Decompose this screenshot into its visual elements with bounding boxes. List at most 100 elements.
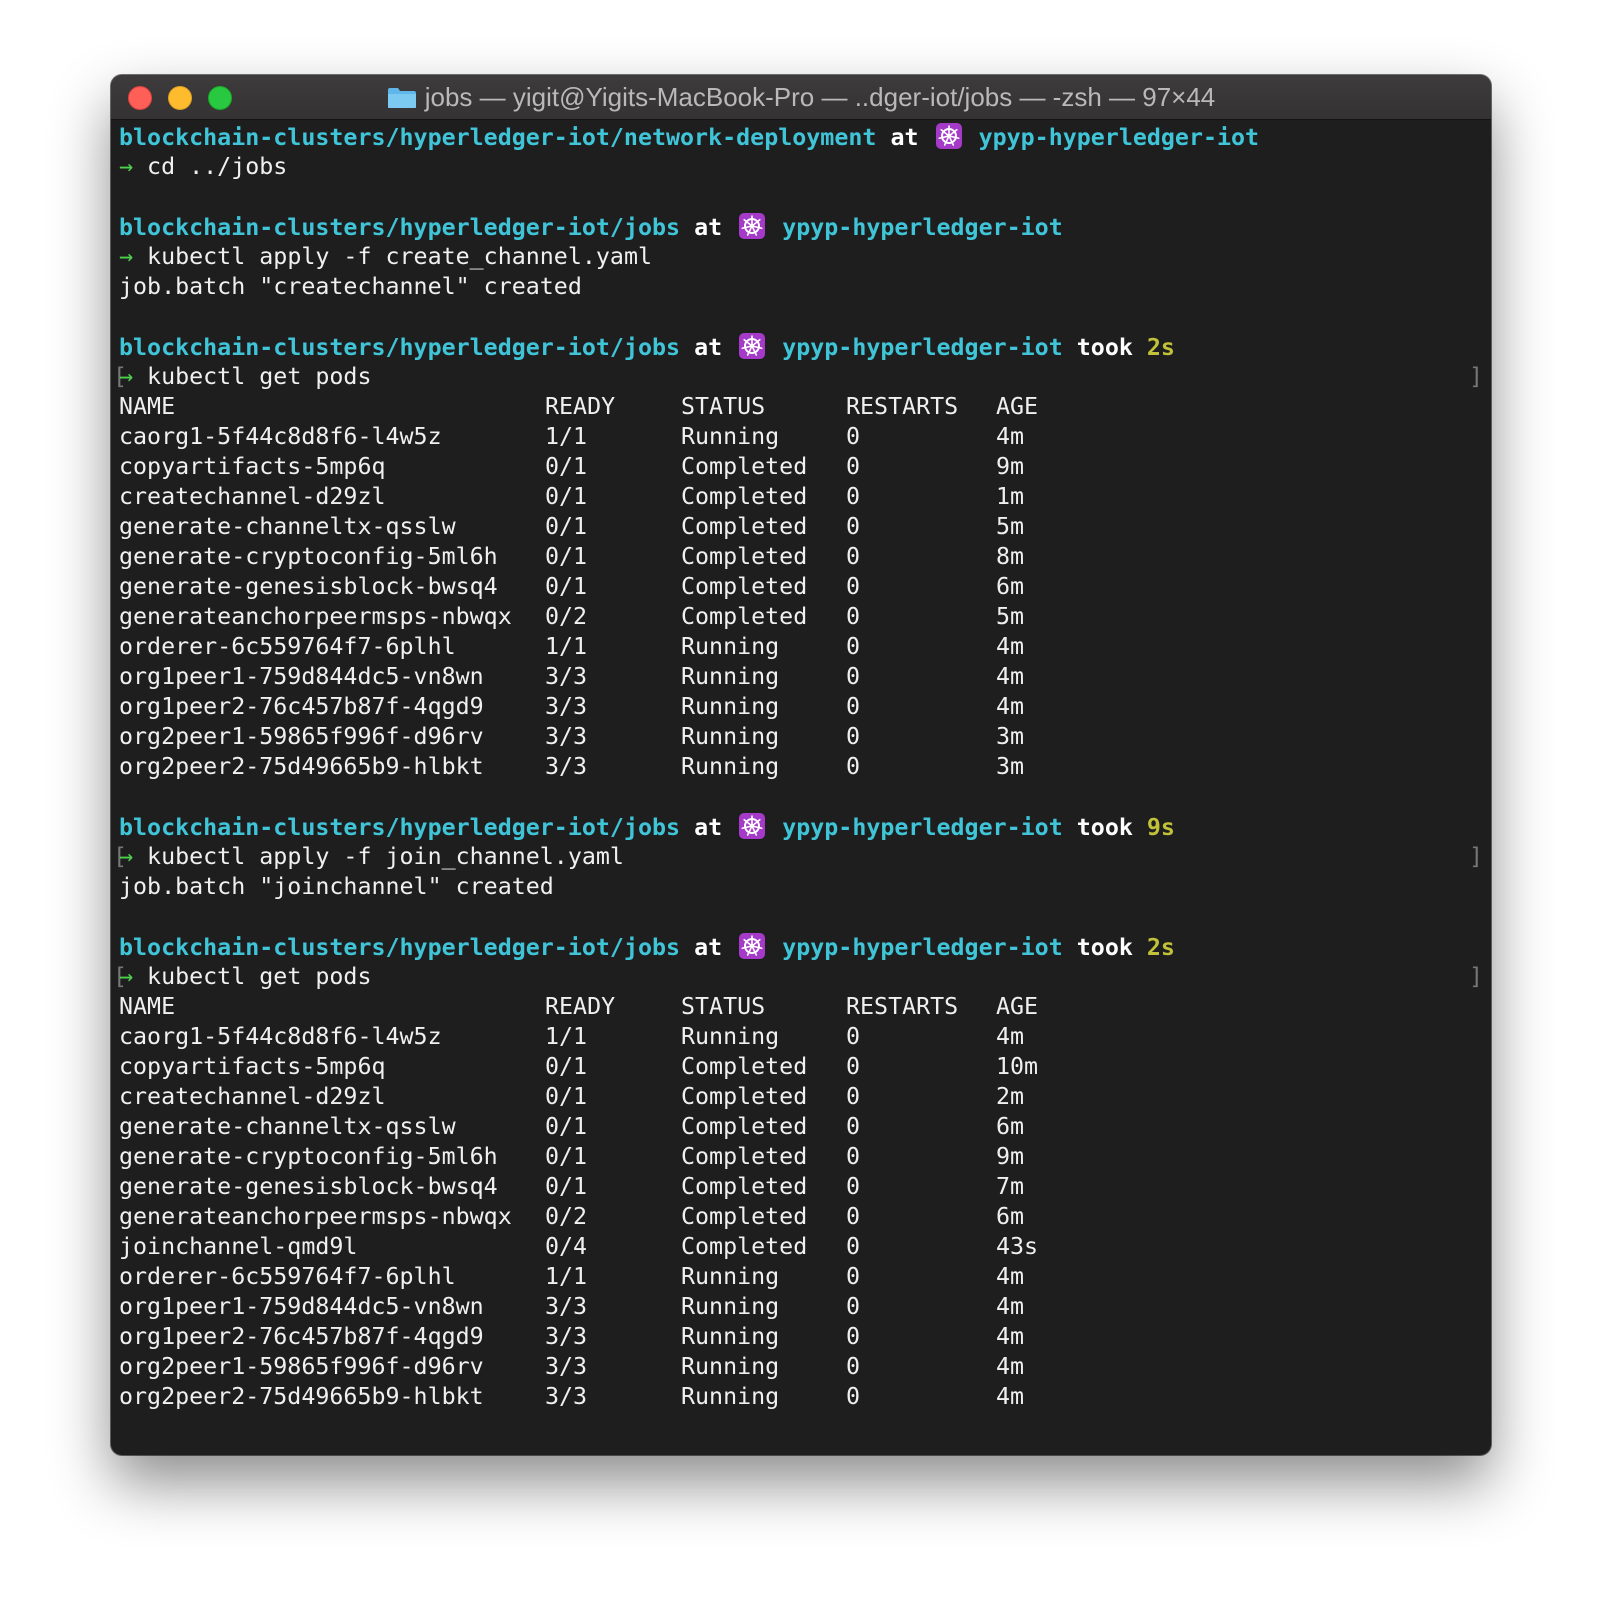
folder-icon: [387, 88, 416, 108]
cell-age: 9m: [996, 1143, 1025, 1170]
cell-restarts: 0: [846, 1023, 861, 1050]
header-name: NAME: [119, 393, 176, 420]
header-name: NAME: [119, 993, 176, 1020]
prompt-line: blockchain-clusters/hyperledger-iot/netw…: [119, 122, 1483, 152]
cell-ready: 0/2: [545, 1203, 588, 1230]
cell-name: caorg1-5f44c8d8f6-l4w5z: [119, 423, 442, 450]
prompt-path: blockchain-clusters/hyperledger-iot/jobs: [119, 814, 681, 841]
table-row: createchannel-d29zl 0/1 Completed 0 1m: [119, 482, 1483, 512]
cell-restarts: 0: [846, 1053, 861, 1080]
title-bar[interactable]: jobs — yigit@Yigits-MacBook-Pro — ..dger…: [111, 75, 1491, 120]
cell-name: org2peer1-59865f996f-d96rv: [119, 723, 484, 750]
cell-name: org1peer2-76c457b87f-4qgd9: [119, 1323, 484, 1350]
cell-ready: 0/1: [545, 483, 588, 510]
table-row: orderer-6c559764f7-6plhl 1/1 Running 0 4m: [119, 1262, 1483, 1292]
cell-ready: 3/3: [545, 1323, 588, 1350]
table-row: org2peer2-75d49665b9-hlbkt 3/3 Running 0 4m: [119, 1382, 1483, 1412]
command-text: kubectl apply -f create_channel.yaml: [133, 243, 652, 270]
command-line: [] → kubectl get pods: [113, 962, 1483, 992]
cell-name: generate-cryptoconfig-5ml6h: [119, 543, 498, 570]
cell-age: 4m: [996, 663, 1025, 690]
table-row: generate-channeltx-qsslw 0/1 Completed 0 5m: [119, 512, 1483, 542]
cell-age: 4m: [996, 423, 1025, 450]
cell-age: 4m: [996, 633, 1025, 660]
terminal-content[interactable]: blockchain-clusters/hyperledger-iot/netw…: [113, 122, 1483, 1455]
cell-age: 4m: [996, 1353, 1025, 1380]
cell-restarts: 0: [846, 1233, 861, 1260]
cell-ready: 3/3: [545, 1293, 588, 1320]
prompt-took-label: took: [1076, 934, 1133, 961]
cell-age: 6m: [996, 1203, 1025, 1230]
command: → kubectl apply -f create_channel.yaml: [119, 242, 652, 272]
cell-ready: 0/1: [545, 453, 588, 480]
cell-restarts: 0: [846, 633, 861, 660]
cell-age: 10m: [996, 1053, 1039, 1080]
command-line: → kubectl apply -f create_channel.yaml: [119, 242, 1483, 272]
command-output: job.batch "createchannel" created: [119, 273, 582, 300]
prompt-line: blockchain-clusters/hyperledger-iot/jobs…: [119, 212, 1483, 242]
table-row: org1peer1-759d844dc5-vn8wn 3/3 Running 0 4m: [119, 662, 1483, 692]
cell-ready: 0/2: [545, 603, 588, 630]
cell-restarts: 0: [846, 423, 861, 450]
header-restarts: RESTARTS: [846, 393, 959, 420]
prompt-line: blockchain-clusters/hyperledger-iot/jobs…: [119, 332, 1483, 362]
cell-restarts: 0: [846, 483, 861, 510]
cell-status: Completed: [681, 1173, 808, 1200]
cell-status: Completed: [681, 1083, 808, 1110]
prompt-path: blockchain-clusters/hyperledger-iot/jobs: [119, 934, 681, 961]
cell-ready: 0/4: [545, 1233, 588, 1260]
cell-age: 9m: [996, 453, 1025, 480]
command: → kubectl get pods: [119, 362, 371, 392]
cell-ready: 1/1: [545, 1023, 588, 1050]
cell-name: org1peer2-76c457b87f-4qgd9: [119, 693, 484, 720]
cell-name: createchannel-d29zl: [119, 483, 386, 510]
cell-status: Completed: [681, 1113, 808, 1140]
command-line: → cd ../jobs: [119, 152, 1483, 182]
cell-ready: 0/1: [545, 1113, 588, 1140]
cell-age: 43s: [996, 1233, 1039, 1260]
cell-status: Running: [681, 633, 780, 660]
kubernetes-helm-icon: [739, 813, 766, 839]
cell-age: 4m: [996, 1323, 1025, 1350]
prompt-path: blockchain-clusters/hyperledger-iot/jobs: [119, 334, 681, 361]
cell-restarts: 0: [846, 513, 861, 540]
table-row: caorg1-5f44c8d8f6-l4w5z 1/1 Running 0 4m: [119, 1022, 1483, 1052]
cell-restarts: 0: [846, 1263, 861, 1290]
prompt-took-label: took: [1076, 814, 1133, 841]
cell-ready: 3/3: [545, 663, 588, 690]
table-header-row: NAME READY STATUS RESTARTS AGE: [119, 992, 1483, 1022]
command: → cd ../jobs: [119, 152, 287, 182]
table-header-row: NAME READY STATUS RESTARTS AGE: [119, 392, 1483, 422]
cell-restarts: 0: [846, 663, 861, 690]
window-title: jobs — yigit@Yigits-MacBook-Pro — ..dger…: [424, 81, 1216, 112]
cell-age: 6m: [996, 573, 1025, 600]
header-ready: READY: [545, 993, 616, 1020]
window-title-container: jobs — yigit@Yigits-MacBook-Pro — ..dger…: [111, 75, 1491, 119]
table-row: org2peer2-75d49665b9-hlbkt 3/3 Running 0 3m: [119, 752, 1483, 782]
table-row: org1peer2-76c457b87f-4qgd9 3/3 Running 0 4m: [119, 692, 1483, 722]
prompt-arrow-icon: →: [119, 153, 134, 180]
prompt-at: at: [890, 124, 919, 151]
mark-bracket-right: ]: [1468, 363, 1483, 390]
cell-status: Running: [681, 423, 780, 450]
table-row: generate-genesisblock-bwsq4 0/1 Completed 0…: [119, 572, 1483, 602]
cell-restarts: 0: [846, 1143, 861, 1170]
prompt-at: at: [694, 814, 723, 841]
cell-status: Completed: [681, 513, 808, 540]
command: → kubectl apply -f join_channel.yaml: [119, 842, 624, 872]
cell-age: 5m: [996, 603, 1025, 630]
table-row: generateanchorpeermsps-nbwqx 0/2 Completed…: [119, 602, 1483, 632]
cell-ready: 3/3: [545, 753, 588, 780]
cell-restarts: 0: [846, 1173, 861, 1200]
table-row: createchannel-d29zl 0/1 Completed 0 2m: [119, 1082, 1483, 1112]
cell-status: Running: [681, 693, 780, 720]
cell-restarts: 0: [846, 1203, 861, 1230]
cell-name: generate-genesisblock-bwsq4: [119, 573, 498, 600]
cell-name: generate-channeltx-qsslw: [119, 1113, 456, 1140]
cell-ready: 1/1: [545, 1263, 588, 1290]
cell-ready: 0/1: [545, 1053, 588, 1080]
cell-age: 4m: [996, 693, 1025, 720]
kubernetes-helm-icon: [739, 333, 766, 359]
cell-restarts: 0: [846, 1293, 861, 1320]
prompt-context: ypyp-hyperledger-iot: [782, 214, 1063, 241]
